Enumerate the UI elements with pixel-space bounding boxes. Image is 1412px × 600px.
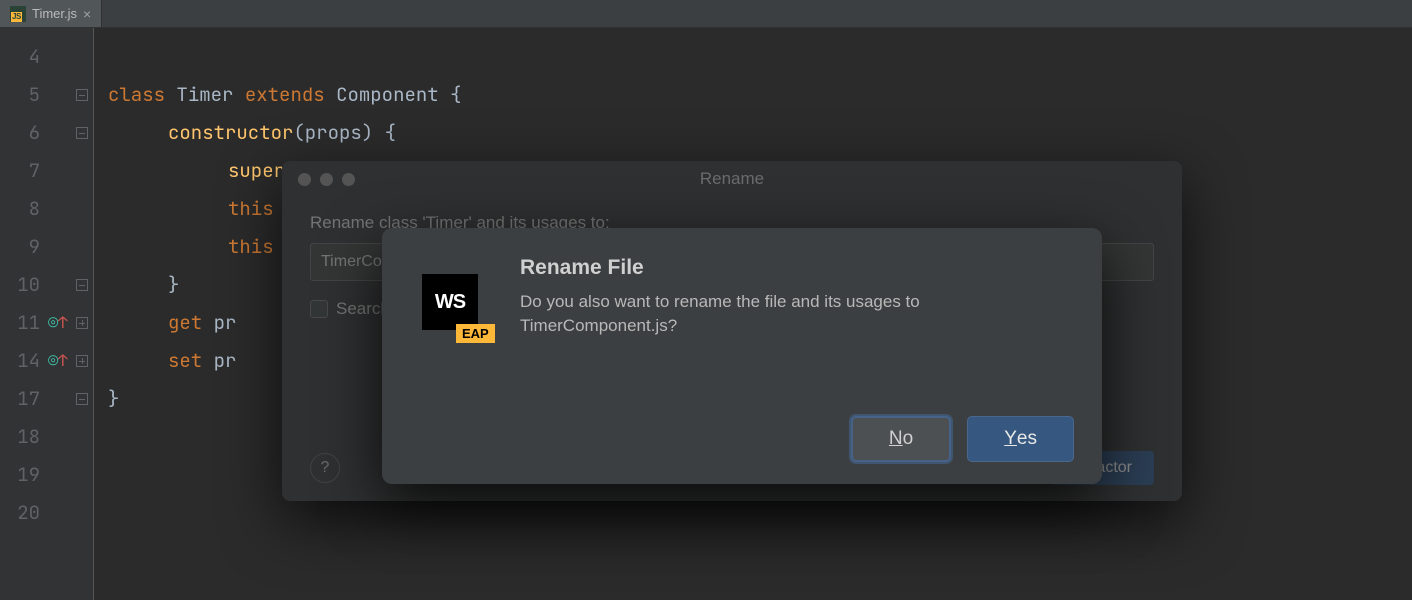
line-number: 5 bbox=[0, 76, 40, 114]
confirm-message: Do you also want to rename the file and … bbox=[520, 290, 1074, 338]
editor-tab-bar: JS Timer.js × bbox=[0, 0, 1412, 28]
fold-toggle-icon[interactable] bbox=[70, 266, 93, 304]
line-number: 9 bbox=[0, 228, 40, 266]
fold-expand-icon[interactable] bbox=[70, 342, 93, 380]
fold-gutter bbox=[70, 28, 94, 600]
webstorm-logo-icon: WS bbox=[422, 274, 478, 330]
fold-expand-icon[interactable] bbox=[70, 304, 93, 342]
file-tab[interactable]: JS Timer.js × bbox=[0, 0, 102, 27]
line-number-gutter: 4 5 6 7 8 9 10 11 14 17 18 19 20 bbox=[0, 28, 46, 600]
line-number: 19 bbox=[0, 456, 40, 494]
line-number: 6 bbox=[0, 114, 40, 152]
marker-gutter: ◎↑ ◎↑ bbox=[46, 28, 70, 600]
app-icon: WS EAP bbox=[410, 252, 520, 460]
line-number: 18 bbox=[0, 418, 40, 456]
rename-file-confirm-dialog: WS EAP Rename File Do you also want to r… bbox=[382, 228, 1102, 484]
line-number: 7 bbox=[0, 152, 40, 190]
override-marker-icon[interactable]: ◎↑ bbox=[46, 304, 70, 342]
fold-toggle-icon[interactable] bbox=[70, 380, 93, 418]
tab-filename: Timer.js bbox=[32, 6, 77, 21]
tab-close-icon[interactable]: × bbox=[83, 6, 91, 22]
line-number: 10 bbox=[0, 266, 40, 304]
confirm-title: Rename File bbox=[520, 256, 1074, 280]
yes-button[interactable]: Yes bbox=[967, 416, 1074, 462]
no-button[interactable]: No bbox=[851, 416, 951, 462]
line-number: 14 bbox=[0, 342, 40, 380]
fold-toggle-icon[interactable] bbox=[70, 114, 93, 152]
line-number: 4 bbox=[0, 38, 40, 76]
line-number: 8 bbox=[0, 190, 40, 228]
override-marker-icon[interactable]: ◎↑ bbox=[46, 342, 70, 380]
fold-toggle-icon[interactable] bbox=[70, 76, 93, 114]
line-number: 17 bbox=[0, 380, 40, 418]
eap-badge: EAP bbox=[456, 324, 495, 343]
line-number: 20 bbox=[0, 494, 40, 532]
js-file-icon: JS bbox=[10, 6, 26, 22]
line-number: 11 bbox=[0, 304, 40, 342]
